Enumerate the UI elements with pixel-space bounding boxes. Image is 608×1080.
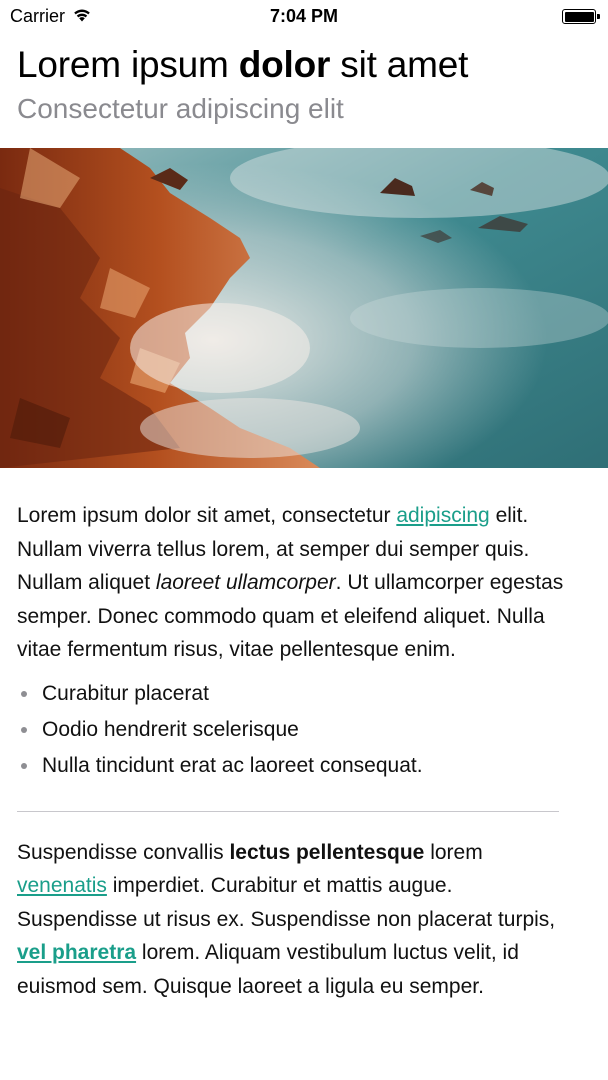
list-item: Nulla tincidunt erat ac laoreet consequa… — [17, 748, 565, 784]
article-body: Lorem ipsum dolor sit amet, consectetur … — [17, 499, 565, 1003]
list-item: Curabitur placerat — [17, 676, 565, 712]
bullet-list: Curabitur placerat Oodio hendrerit scele… — [17, 676, 565, 784]
link-venenatis[interactable]: venenatis — [17, 874, 107, 897]
battery-icon — [562, 9, 600, 24]
paragraph-2: Suspendisse convallis lectus pellentesqu… — [17, 836, 565, 1004]
status-time: 7:04 PM — [269, 6, 339, 26]
p1-text-1: Lorem ipsum dolor sit amet, consectetur — [17, 504, 397, 527]
hero-image — [0, 148, 608, 468]
link-adipiscing[interactable]: adipiscing — [396, 504, 489, 527]
page-subtitle: Consectetur adipiscing elit — [17, 93, 344, 124]
title-post: sit amet — [330, 44, 469, 85]
status-bar: Carrier 7:04 PM — [0, 0, 608, 34]
p2-text-2: lorem — [424, 840, 483, 864]
p2-text-1: Suspendisse convallis — [17, 840, 230, 864]
p2-bold: lectus pellentesque — [229, 840, 425, 864]
paragraph-1: Lorem ipsum dolor sit amet, consectetur … — [17, 499, 565, 667]
list-item: Oodio hendrerit scelerisque — [17, 712, 565, 748]
title-bold: dolor — [238, 44, 331, 85]
title-pre: Lorem ipsum — [17, 44, 239, 85]
page-title: Lorem ipsum dolor sit amet — [17, 44, 468, 86]
p1-italic: laoreet ullamcorper — [155, 571, 336, 594]
link-vel-pharetra[interactable]: vel pharetra — [17, 941, 136, 964]
divider — [17, 810, 559, 812]
